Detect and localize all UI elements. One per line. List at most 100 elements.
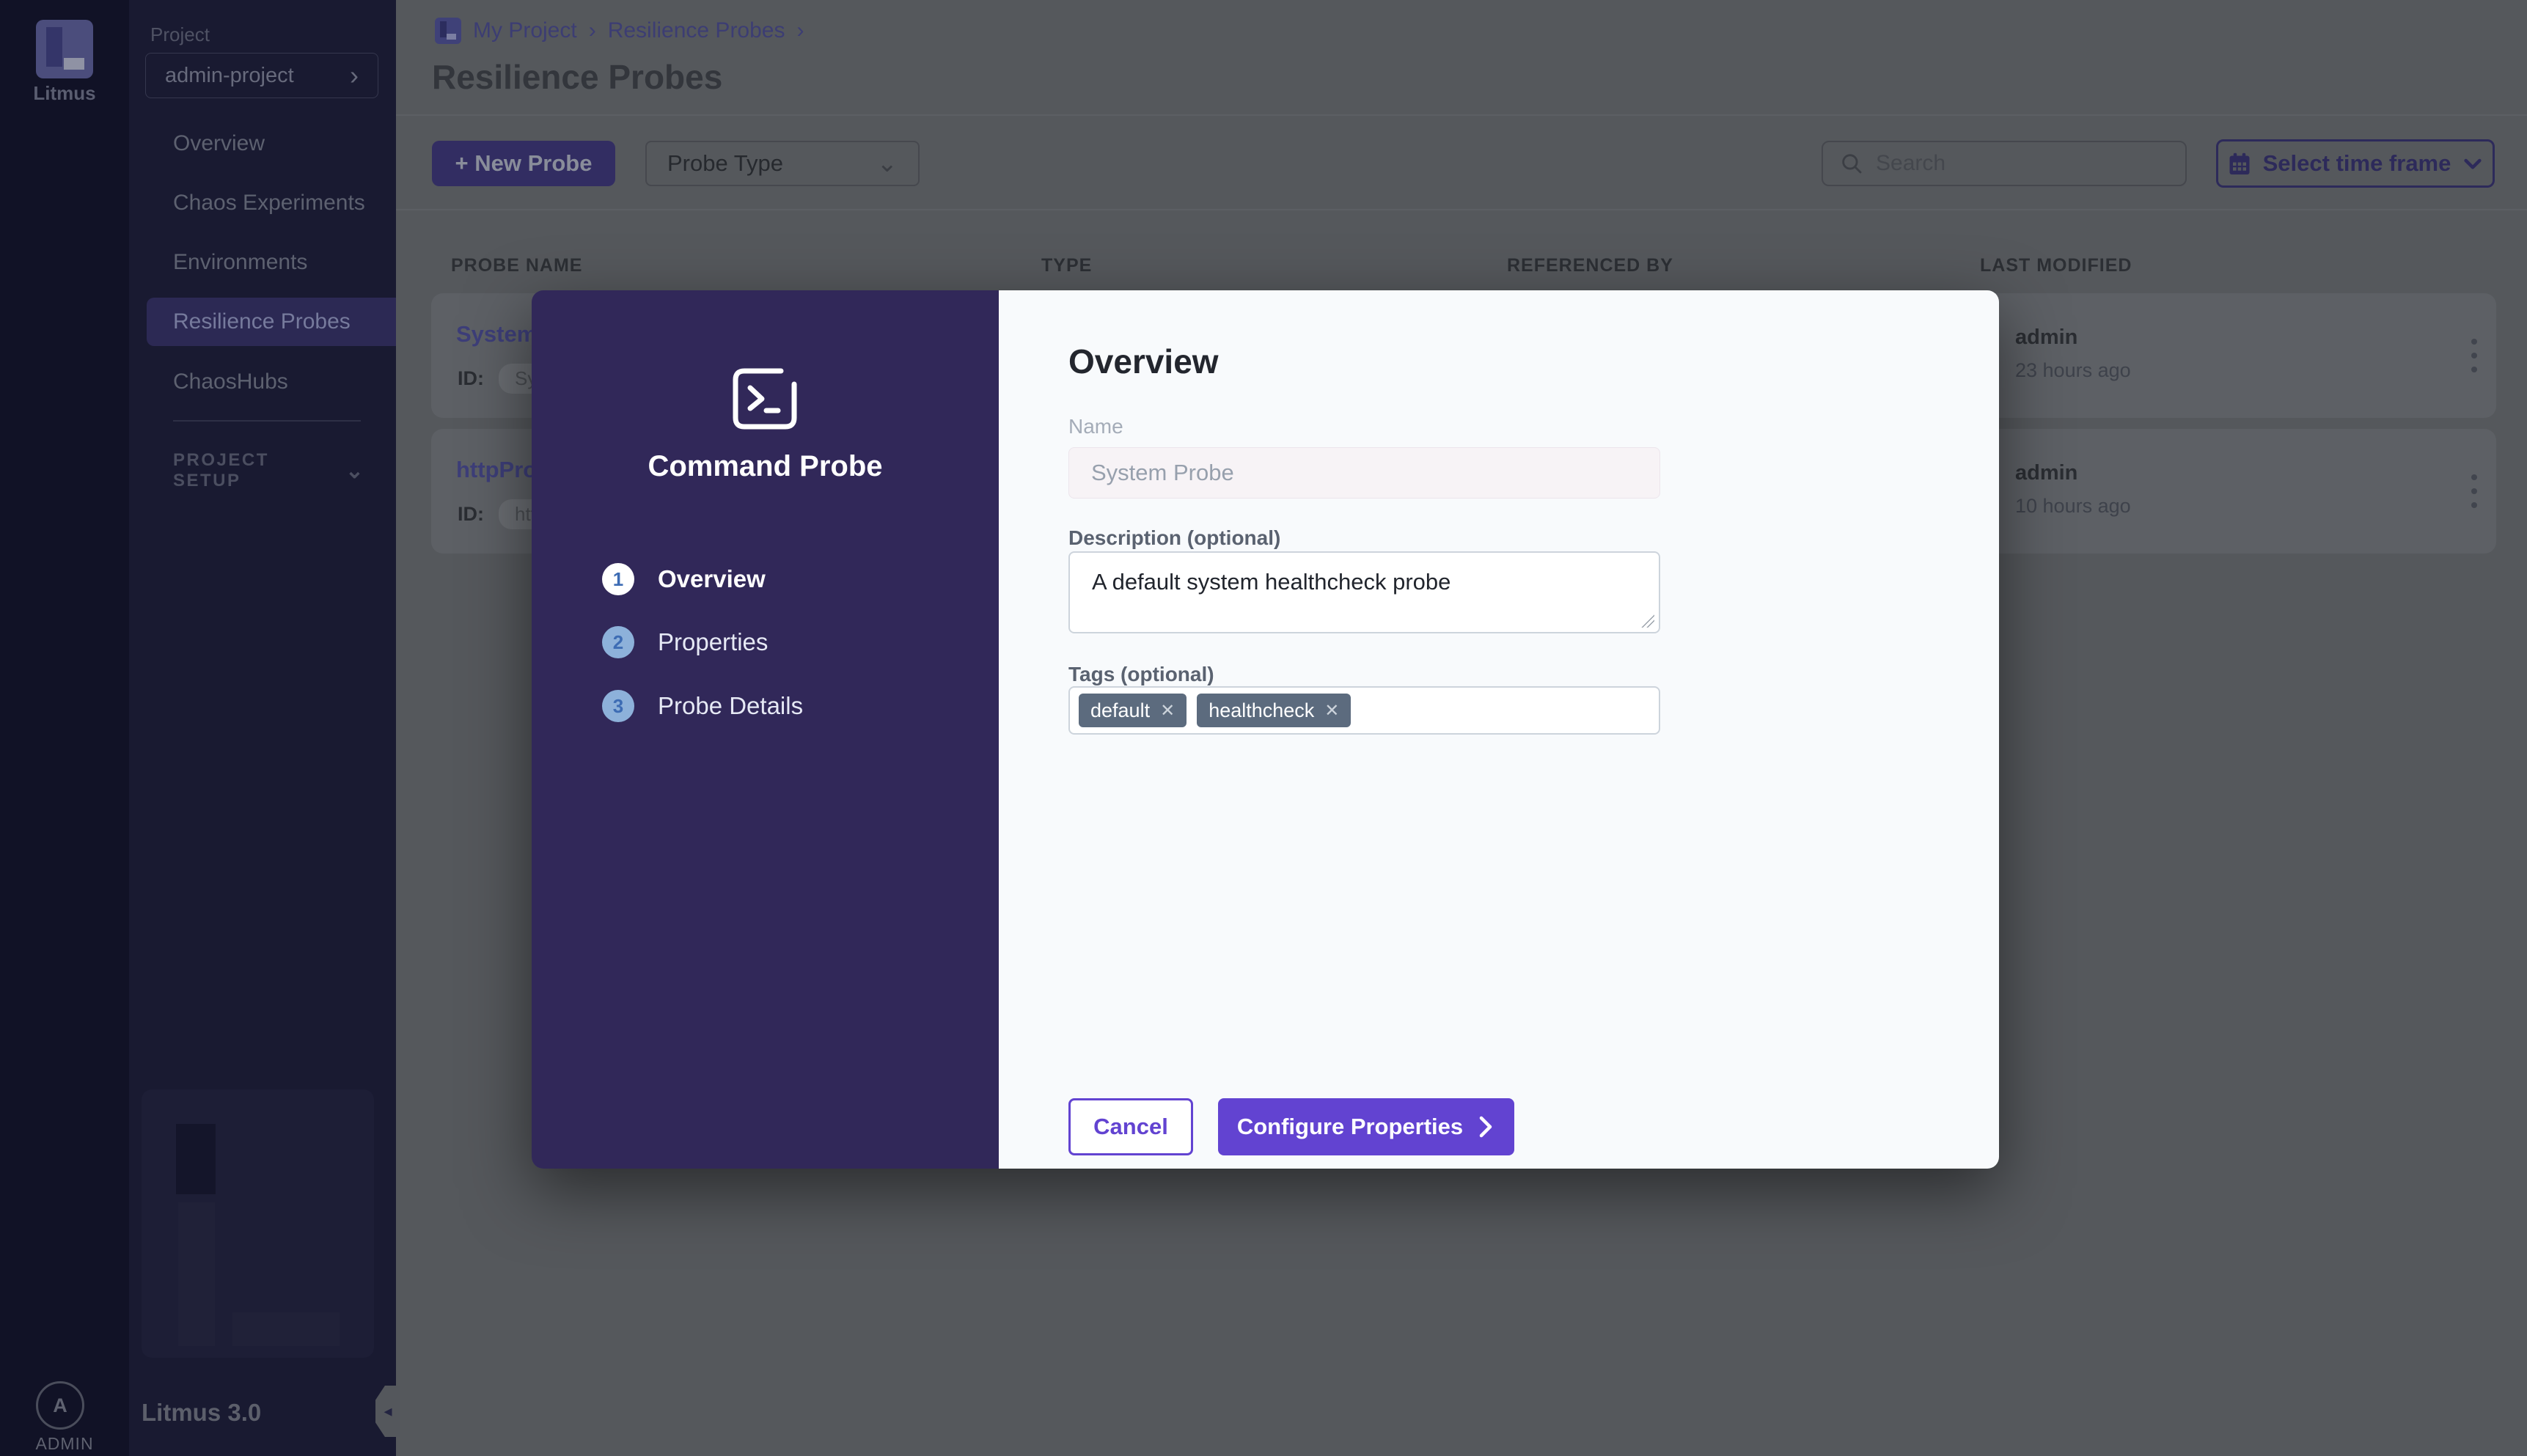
litmus-logo-icon[interactable] [36,20,93,78]
configure-properties-label: Configure Properties [1236,1114,1464,1139]
last-modified-ago: 23 hours ago [2015,359,2131,381]
sidebar-item-overview[interactable]: Overview [129,120,396,168]
illustration-shape [176,1124,216,1194]
step-overview[interactable]: 1 Overview [602,563,954,595]
step-label: Probe Details [658,692,804,719]
name-input[interactable]: System Probe [1068,447,1660,499]
sidebar-item-environments[interactable]: Environments [129,238,396,287]
tags-input[interactable]: default ✕ healthcheck ✕ [1068,686,1660,735]
sidebar-item-label: Overview [173,131,265,155]
last-modified-by: admin [2015,461,2078,485]
time-frame-button[interactable]: Select time frame [2216,139,2495,188]
breadcrumb-link-my-project[interactable]: My Project [473,18,577,43]
left-rail: Litmus A ADMIN [0,0,129,1456]
project-label: Project [150,23,210,45]
modal-probe-title: Command Probe [648,450,883,482]
name-label: Name [1068,415,1123,438]
step-label: Overview [658,565,766,592]
time-frame-label: Select time frame [2262,150,2451,176]
row-menu-button[interactable] [2460,467,2489,515]
resize-handle-icon[interactable] [1641,614,1654,628]
page-title: Resilience Probes [432,58,723,96]
project-selector-value: admin-project [165,63,294,87]
id-label: ID: [458,503,484,525]
tag-text: default [1090,699,1151,721]
description-label: Description (optional) [1068,526,1281,549]
sidebar-illustration [142,1089,374,1358]
avatar[interactable]: A [36,1381,84,1430]
avatar-initial: A [53,1394,67,1416]
breadcrumb-link-resilience-probes[interactable]: Resilience Probes [608,18,785,43]
project-setup-section[interactable]: PROJECT SETUP ⌄ [173,450,364,491]
sidebar-collapse-button[interactable]: ◂ [375,1386,400,1437]
step-number: 2 [602,626,634,658]
sidebar-item-label: Environments [173,250,308,274]
step-properties[interactable]: 2 Properties [602,626,954,658]
terminal-icon [733,368,797,430]
probe-name-link[interactable]: httpPro [456,457,537,483]
row-menu-button[interactable] [2460,331,2489,380]
column-header-last-modified: LAST MODIFIED [1980,255,2132,276]
breadcrumb: My Project › Resilience Probes › [435,18,804,44]
column-header-probe-name: PROBE NAME [451,255,583,276]
divider [396,114,2527,116]
id-label: ID: [458,367,484,389]
chevron-right-icon [1479,1116,1492,1138]
remove-tag-icon[interactable]: ✕ [1324,700,1339,721]
project-selector[interactable]: admin-project › [145,53,378,98]
user-role-label: ADMIN [35,1434,94,1453]
modal-step-panel: Command Probe 1 Overview 2 Properties 3 … [532,290,999,1169]
step-probe-details[interactable]: 3 Probe Details [602,690,954,722]
sidebar-item-resilience-probes[interactable]: Resilience Probes [147,298,396,346]
illustration-shape [232,1312,340,1346]
name-value: System Probe [1091,460,1234,485]
new-probe-button[interactable]: + New Probe [432,141,615,186]
probe-type-label: Probe Type [667,150,783,176]
probe-name-link[interactable]: System [456,321,537,348]
collapse-arrow-icon: ◂ [384,1402,392,1420]
new-probe-label: + New Probe [455,150,593,176]
step-number: 3 [602,690,634,722]
step-number: 1 [602,563,634,595]
version-label: Litmus 3.0 [142,1399,262,1426]
logo-shape [64,58,84,70]
sidebar-item-chaoshubs[interactable]: ChaosHubs [129,358,396,406]
last-modified-by: admin [2015,326,2078,349]
last-modified-ago: 10 hours ago [2015,495,2131,517]
tag-chip: default ✕ [1079,694,1187,727]
column-header-type: TYPE [1041,255,1093,276]
remove-tag-icon[interactable]: ✕ [1160,700,1175,721]
illustration-shape [178,1202,215,1346]
search-field [1822,141,2187,186]
description-value: A default system healthcheck probe [1092,569,1451,595]
tag-chip: healthcheck ✕ [1197,694,1351,727]
divider [396,209,2527,210]
sidebar-item-label: Resilience Probes [173,309,351,334]
project-icon [435,18,461,44]
search-input[interactable] [1876,151,2154,176]
configure-properties-button[interactable]: Configure Properties [1218,1098,1514,1155]
breadcrumb-separator: › [588,18,596,43]
chevron-down-icon: ⌄ [345,458,364,483]
sidebar-item-label: Chaos Experiments [173,191,365,215]
cancel-button[interactable]: Cancel [1068,1098,1193,1155]
brand-label: Litmus [33,82,96,104]
search-icon [1842,154,1862,174]
project-setup-label: PROJECT SETUP [173,450,269,490]
cancel-label: Cancel [1093,1114,1168,1139]
tags-label: Tags (optional) [1068,663,1214,685]
logo-shape [46,27,62,67]
form-heading: Overview [1068,342,1219,380]
sidebar-item-label: ChaosHubs [173,369,288,394]
calendar-icon [2229,152,2250,174]
chevron-down-icon [2464,158,2482,169]
tag-text: healthcheck [1209,699,1315,721]
modal-form-panel: Overview Name System Probe Description (… [999,290,1999,1169]
create-probe-modal: Command Probe 1 Overview 2 Properties 3 … [532,290,1999,1169]
column-header-referenced-by: REFERENCED BY [1507,255,1673,276]
description-textarea[interactable]: A default system healthcheck probe [1068,551,1660,633]
sidebar: Project admin-project › Overview Chaos E… [129,0,400,1456]
sidebar-item-chaos-experiments[interactable]: Chaos Experiments [129,179,396,227]
sidebar-divider [173,420,361,422]
probe-type-dropdown[interactable]: Probe Type ⌄ [645,141,920,186]
